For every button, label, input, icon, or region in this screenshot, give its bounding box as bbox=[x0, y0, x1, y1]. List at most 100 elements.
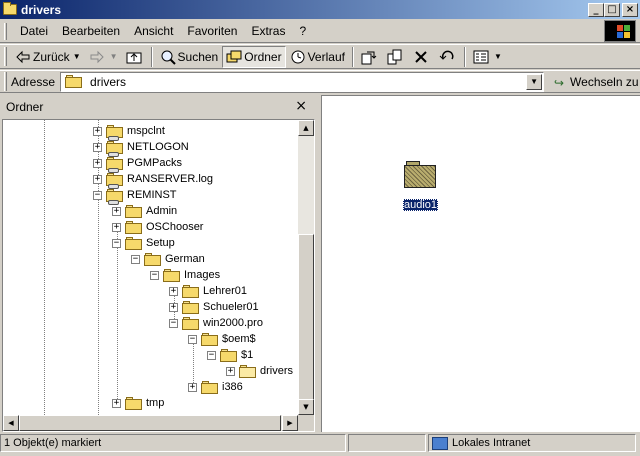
standard-toolbar: Zurück ▼ ▼ Suchen Ordner Verlauf ▼ bbox=[0, 44, 640, 69]
forward-arrow-icon bbox=[89, 49, 105, 65]
collapse-icon[interactable]: − bbox=[188, 334, 197, 344]
folders-button[interactable]: Ordner bbox=[222, 45, 286, 68]
toolbar-separator bbox=[351, 46, 354, 67]
intranet-zone-icon bbox=[432, 436, 448, 450]
back-label: Zurück bbox=[33, 49, 70, 64]
menu-datei[interactable]: Datei bbox=[13, 22, 55, 40]
tree-item[interactable]: + RANSERVER.log bbox=[93, 171, 213, 189]
folders-pane-header: Ordner × bbox=[0, 95, 315, 119]
views-dropdown-icon[interactable]: ▼ bbox=[494, 52, 502, 61]
tree-item[interactable]: − Setup bbox=[112, 235, 175, 251]
shared-folder-icon bbox=[106, 188, 123, 205]
tree-item-label: i386 bbox=[222, 381, 243, 393]
back-button[interactable]: Zurück ▼ bbox=[11, 46, 85, 68]
go-arrow-icon: ↪ bbox=[554, 75, 565, 90]
tree-item[interactable]: + i386 bbox=[188, 379, 243, 395]
close-button[interactable]: × bbox=[622, 2, 638, 17]
menu-help[interactable]: ? bbox=[292, 22, 313, 40]
collapse-icon[interactable]: − bbox=[93, 190, 102, 200]
address-dropdown-icon[interactable]: ▼ bbox=[526, 73, 543, 90]
menu-extras[interactable]: Extras bbox=[244, 22, 292, 40]
expand-icon[interactable]: + bbox=[93, 174, 102, 184]
tree-item[interactable]: − win2000.pro bbox=[169, 315, 263, 331]
scroll-left-icon[interactable]: ◀ bbox=[3, 415, 19, 431]
toolbar-separator bbox=[150, 46, 153, 67]
move-to-button[interactable] bbox=[357, 46, 383, 68]
folders-pane-title: Ordner bbox=[6, 100, 44, 114]
tree-item[interactable]: + Admin bbox=[112, 203, 177, 219]
expand-icon[interactable]: + bbox=[169, 286, 178, 296]
content-pane[interactable]: audio1 bbox=[321, 95, 640, 432]
tree-item[interactable]: + Schueler01 bbox=[169, 299, 259, 315]
delete-button[interactable] bbox=[409, 46, 435, 68]
tree-item[interactable]: + OSChooser bbox=[112, 219, 203, 235]
tree-item[interactable]: − Images bbox=[150, 267, 220, 283]
expand-icon[interactable]: + bbox=[93, 142, 102, 152]
menu-favoriten[interactable]: Favoriten bbox=[180, 22, 244, 40]
tree-item[interactable]: + NETLOGON bbox=[93, 139, 189, 157]
toolbar-grip[interactable] bbox=[4, 47, 7, 66]
collapse-icon[interactable]: − bbox=[169, 318, 178, 328]
undo-button[interactable] bbox=[435, 46, 461, 68]
vertical-scrollbar[interactable]: ▲ ▼ bbox=[298, 120, 314, 415]
shared-folder-icon bbox=[106, 156, 123, 173]
scroll-down-icon[interactable]: ▼ bbox=[298, 399, 314, 415]
forward-dropdown-icon[interactable]: ▼ bbox=[110, 52, 118, 61]
folder-icon bbox=[125, 204, 142, 218]
tree-item[interactable]: − $1 bbox=[207, 347, 253, 363]
copy-to-icon bbox=[387, 49, 403, 65]
copy-to-button[interactable] bbox=[383, 46, 409, 68]
tree-item[interactable]: + Lehrer01 bbox=[169, 283, 247, 299]
horizontal-scrollbar-thumb[interactable] bbox=[19, 415, 281, 431]
menu-ansicht[interactable]: Ansicht bbox=[127, 22, 180, 40]
collapse-icon[interactable]: − bbox=[112, 238, 121, 248]
forward-button[interactable]: ▼ bbox=[85, 46, 122, 68]
horizontal-scrollbar[interactable]: ◀ ▶ bbox=[3, 415, 298, 431]
up-folder-button[interactable] bbox=[122, 46, 148, 68]
tree-item[interactable]: − German bbox=[131, 251, 205, 267]
expand-icon[interactable]: + bbox=[112, 398, 121, 408]
folder-icon[interactable] bbox=[404, 161, 438, 189]
shared-folder-icon bbox=[106, 172, 123, 189]
menu-bearbeiten[interactable]: Bearbeiten bbox=[55, 22, 127, 40]
undo-icon bbox=[439, 49, 455, 65]
tree-item-label: win2000.pro bbox=[203, 317, 263, 329]
expand-icon[interactable]: + bbox=[93, 158, 102, 168]
views-button[interactable]: ▼ bbox=[469, 46, 506, 68]
minimize-button[interactable]: _ bbox=[588, 2, 604, 17]
expand-icon[interactable]: + bbox=[93, 126, 102, 136]
go-button[interactable]: ↪ Wechseln zu bbox=[554, 74, 639, 90]
expand-icon[interactable]: + bbox=[169, 302, 178, 312]
expand-icon[interactable]: + bbox=[226, 366, 235, 376]
tree-item-label: OSChooser bbox=[146, 221, 204, 233]
expand-icon[interactable]: + bbox=[188, 382, 197, 392]
tree-item[interactable]: + mspclnt bbox=[93, 123, 165, 141]
collapse-icon[interactable]: − bbox=[207, 350, 216, 360]
scrollbar-thumb[interactable] bbox=[298, 234, 314, 415]
history-button[interactable]: Verlauf bbox=[286, 46, 349, 68]
tree-item[interactable]: + drivers bbox=[226, 363, 293, 379]
collapse-icon[interactable]: − bbox=[150, 270, 159, 280]
collapse-icon[interactable]: − bbox=[131, 254, 140, 264]
tree-item[interactable]: − REMINST bbox=[93, 187, 177, 205]
address-input[interactable]: drivers ▼ bbox=[60, 71, 545, 92]
expand-icon[interactable]: + bbox=[112, 222, 121, 232]
folder-item-label[interactable]: audio1 bbox=[403, 199, 439, 211]
expand-icon[interactable]: + bbox=[112, 206, 121, 216]
back-dropdown-icon[interactable]: ▼ bbox=[73, 52, 81, 61]
folder-icon bbox=[3, 2, 17, 15]
menu-grip[interactable] bbox=[4, 22, 7, 40]
folder-icon bbox=[182, 300, 199, 314]
close-pane-icon[interactable]: × bbox=[295, 98, 307, 114]
tree-item[interactable]: + PGMPacks bbox=[93, 155, 182, 173]
tree-item[interactable]: + tmp bbox=[112, 395, 164, 411]
folder-tree[interactable]: + mspclnt + NETLOGON + PGMPacks + RANSERVER.log… bbox=[2, 119, 315, 432]
scroll-up-icon[interactable]: ▲ bbox=[298, 120, 314, 136]
address-grip[interactable] bbox=[4, 72, 7, 91]
maximize-button[interactable]: □ bbox=[604, 2, 620, 17]
windows-logo-icon bbox=[604, 20, 636, 42]
tree-item[interactable]: − $oem$ bbox=[188, 331, 256, 347]
go-label: Wechseln zu bbox=[570, 74, 639, 89]
scroll-right-icon[interactable]: ▶ bbox=[282, 415, 298, 431]
search-button[interactable]: Suchen bbox=[156, 46, 223, 68]
